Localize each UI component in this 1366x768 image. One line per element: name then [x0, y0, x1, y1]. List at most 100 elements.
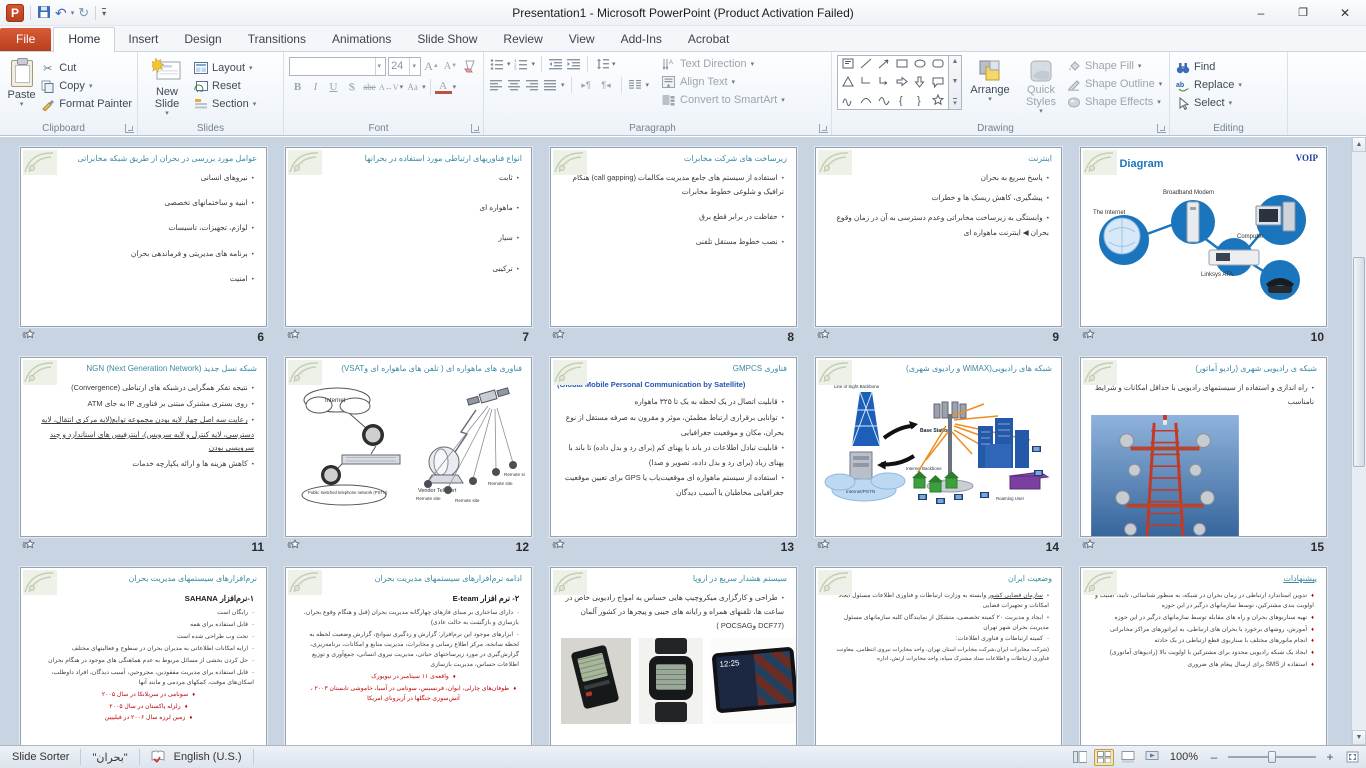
animation-star-icon[interactable]	[1082, 538, 1095, 556]
slide-thumbnail-9[interactable]: اینترنت•پاسخ سریع به بحران•پیشگیری، کاهش…	[815, 147, 1062, 327]
shape-glyph-5[interactable]	[913, 57, 927, 75]
slide-sorter-canvas[interactable]: عوامل مورد بررسی در بحران از طریق شبکه م…	[0, 137, 1366, 745]
save-icon[interactable]	[37, 5, 51, 21]
language-label[interactable]: English (U.S.)	[170, 751, 246, 763]
find-button[interactable]: Find	[1175, 58, 1282, 76]
tab-file[interactable]: File	[0, 28, 51, 51]
zoom-percent-label[interactable]: 100%	[1166, 751, 1202, 763]
animation-star-icon[interactable]	[552, 538, 565, 556]
paste-dropdown-arrow[interactable]: ▾	[20, 101, 24, 109]
fit-to-window-button[interactable]	[1342, 749, 1362, 766]
reading-view-button[interactable]	[1118, 749, 1138, 766]
layout-button[interactable]: Layout ▾	[193, 59, 256, 77]
shape-glyph-6[interactable]	[931, 57, 945, 75]
replace-button[interactable]: ab Replace ▾	[1175, 76, 1282, 94]
reset-button[interactable]: Reset	[193, 77, 256, 95]
select-button[interactable]: Select ▾	[1175, 94, 1282, 112]
section-dropdown-arrow[interactable]: ▾	[253, 100, 257, 108]
scroll-down-arrow-icon[interactable]: ▼	[1352, 730, 1366, 745]
undo-dropdown-arrow[interactable]: ▾	[71, 9, 75, 17]
new-slide-button[interactable]: New Slide ▾	[143, 55, 191, 118]
shape-glyph-18[interactable]	[931, 93, 945, 111]
slide-sorter-view-button[interactable]	[1094, 749, 1114, 766]
close-button[interactable]: ✕	[1324, 0, 1366, 25]
vertical-scrollbar[interactable]: ▲ ▼	[1351, 137, 1366, 745]
tab-transitions[interactable]: Transitions	[235, 28, 319, 51]
slide-thumbnail-7[interactable]: انواع فناوریهای ارتباطی مورد استفاده در …	[285, 147, 532, 327]
slide-thumbnail-16[interactable]: نرم‌افزارهای سیستمهای مدیریت بحران۱-نرم‌…	[20, 567, 267, 745]
replace-dropdown-arrow[interactable]: ▾	[1238, 81, 1242, 89]
animation-star-icon[interactable]	[817, 538, 830, 556]
format-painter-button[interactable]: Format Painter	[40, 95, 132, 113]
spellcheck-icon[interactable]	[147, 749, 170, 766]
drawing-dialog-launcher[interactable]	[1157, 124, 1166, 133]
slide-thumbnail-10[interactable]: VOIPVoIP DiagramThe InternetBroadband Mo…	[1080, 147, 1327, 327]
shape-glyph-1[interactable]	[841, 57, 855, 75]
slideshow-view-button[interactable]	[1142, 749, 1162, 766]
shape-glyph-12[interactable]	[931, 75, 945, 93]
animation-star-icon[interactable]	[1082, 328, 1095, 346]
tab-add-ins[interactable]: Add-Ins	[608, 28, 675, 51]
layout-dropdown-arrow[interactable]: ▾	[249, 64, 253, 72]
powerpoint-logo-icon[interactable]: P	[6, 4, 24, 22]
shape-glyph-10[interactable]	[895, 75, 909, 93]
slide-thumbnail-6[interactable]: عوامل مورد بررسی در بحران از طریق شبکه م…	[20, 147, 267, 327]
clipboard-dialog-launcher[interactable]	[125, 124, 134, 133]
shape-glyph-17[interactable]: }	[913, 93, 927, 111]
animation-star-icon[interactable]	[817, 328, 830, 346]
paste-button[interactable]: Paste ▾	[5, 55, 38, 113]
animation-star-icon[interactable]	[552, 328, 565, 346]
arrange-button[interactable]: Arrange ▾	[964, 55, 1016, 116]
shape-glyph-9[interactable]	[877, 75, 891, 93]
cut-button[interactable]: ✂ Cut	[40, 59, 132, 77]
shape-glyph-16[interactable]: {	[895, 93, 909, 111]
select-dropdown-arrow[interactable]: ▾	[1229, 99, 1233, 107]
tab-design[interactable]: Design	[171, 28, 234, 51]
zoom-out-button[interactable]: –	[1206, 749, 1222, 765]
animation-star-icon[interactable]	[287, 328, 300, 346]
slide-thumbnail-12[interactable]: فناوری های ماهواره ای ( تلفن های ماهواره…	[285, 357, 532, 537]
undo-icon[interactable]: ↶	[55, 6, 67, 20]
slide-thumbnail-18[interactable]: سیستم هشدار سریع در اروپا•طراحی و کارگزا…	[550, 567, 797, 745]
tab-review[interactable]: Review	[490, 28, 555, 51]
font-dialog-launcher[interactable]	[471, 124, 480, 133]
shape-glyph-7[interactable]	[841, 75, 855, 93]
zoom-in-button[interactable]: +	[1322, 749, 1338, 765]
shape-glyph-11[interactable]	[913, 75, 927, 93]
shapes-gallery[interactable]: {}	[837, 55, 949, 110]
shape-glyph-14[interactable]	[859, 93, 873, 111]
slide-thumbnail-15[interactable]: شبکه ی رادیویی شهری (رادیو آماتور)•راه ا…	[1080, 357, 1327, 537]
zoom-slider[interactable]	[1228, 756, 1316, 758]
maximize-button[interactable]: ❐	[1282, 0, 1324, 25]
slide-thumbnail-14[interactable]: شبکه های رادیویی(WiMAX و رادیوی شهری)Lin…	[815, 357, 1062, 537]
slide-thumbnail-11[interactable]: شبکه نسل جدید NGN (Next Generation Netwo…	[20, 357, 267, 537]
shape-glyph-4[interactable]	[895, 57, 909, 75]
slide-thumbnail-8[interactable]: زیرساخت های شرکت مخابرات•استفاده از سیست…	[550, 147, 797, 327]
paragraph-dialog-launcher[interactable]	[819, 124, 828, 133]
slide-thumbnail-13[interactable]: فناوری GMPCS(Global Mobile Personal Comm…	[550, 357, 797, 537]
new-slide-dropdown-arrow[interactable]: ▾	[165, 110, 169, 118]
animation-star-icon[interactable]	[287, 538, 300, 556]
customize-qat-icon[interactable]: ▾	[102, 8, 106, 18]
scrollbar-thumb[interactable]	[1353, 257, 1365, 467]
tab-home[interactable]: Home	[53, 27, 115, 52]
shapes-gallery-scroll[interactable]: ▲▼▾	[949, 55, 962, 110]
slide-thumbnail-19[interactable]: وضعیت ایران•سازمان فضایی کشور وابسته به …	[815, 567, 1062, 745]
tab-acrobat[interactable]: Acrobat	[675, 28, 742, 51]
animation-star-icon[interactable]	[22, 328, 35, 346]
copy-button[interactable]: Copy ▾	[40, 77, 132, 95]
tab-view[interactable]: View	[556, 28, 608, 51]
shape-glyph-2[interactable]	[859, 57, 873, 75]
minimize-button[interactable]: –	[1240, 0, 1282, 25]
shape-glyph-13[interactable]	[841, 93, 855, 111]
shape-glyph-8[interactable]	[859, 75, 873, 93]
tab-slide-show[interactable]: Slide Show	[404, 28, 490, 51]
animation-star-icon[interactable]	[22, 538, 35, 556]
section-button[interactable]: Section ▾	[193, 95, 256, 113]
slide-thumbnail-17[interactable]: ادامه نرم‌افزارهای سیستمهای مدیریت بحران…	[285, 567, 532, 745]
shape-glyph-3[interactable]	[877, 57, 891, 75]
copy-dropdown-arrow[interactable]: ▾	[89, 82, 93, 90]
scroll-up-arrow-icon[interactable]: ▲	[1352, 137, 1366, 152]
slide-thumbnail-20[interactable]: پیشنهادات♦تدوین استاندارد ارتباطی در زما…	[1080, 567, 1327, 745]
repeat-icon[interactable]: ↻	[78, 6, 89, 19]
